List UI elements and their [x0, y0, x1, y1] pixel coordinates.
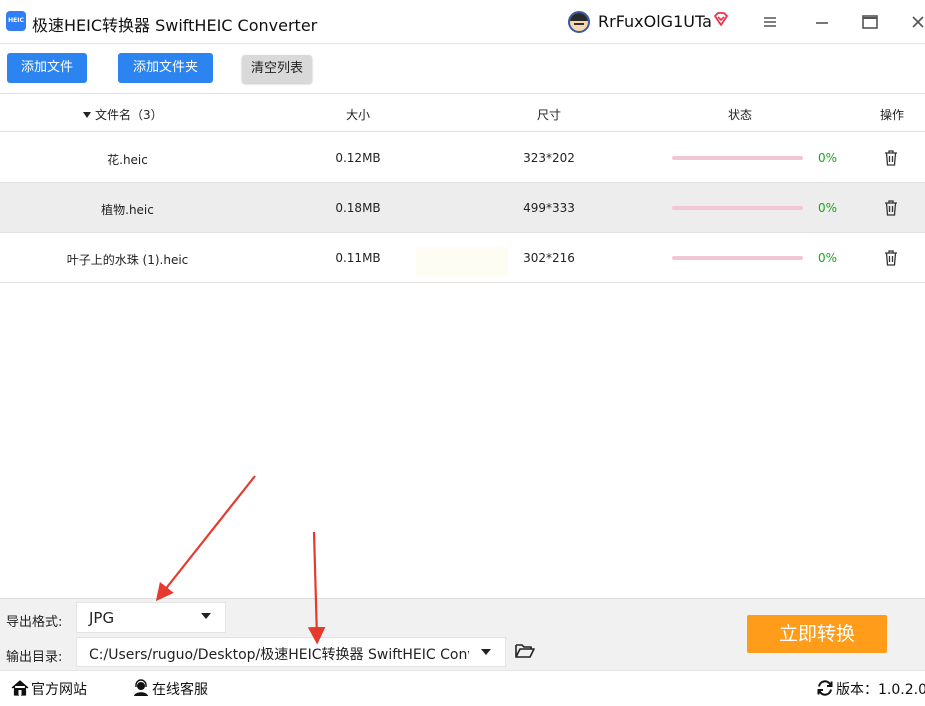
column-header-name-label: 文件名（3） [95, 108, 163, 122]
customer-service-icon [134, 679, 148, 696]
file-dimensions: 499*333 [523, 201, 575, 215]
sort-desc-icon[interactable] [83, 112, 91, 118]
file-name: 植物.heic [101, 203, 154, 217]
trash-icon[interactable] [884, 200, 898, 216]
version-label: 版本：1.0.2.0 [836, 682, 925, 698]
maximize-icon[interactable] [860, 12, 880, 32]
column-header-size: 大小 [346, 108, 371, 122]
app-logo-icon: HEIC [6, 11, 26, 31]
chevron-down-icon[interactable] [481, 649, 491, 655]
toolbar: 添加文件 添加文件夹 清空列表 [0, 44, 925, 94]
settings-panel: 导出格式: JPG 输出目录: C:/Users/ruguo/Desktop/极… [0, 598, 925, 670]
menu-icon[interactable] [760, 12, 780, 32]
file-size: 0.18MB [335, 201, 381, 215]
refresh-icon [817, 680, 833, 696]
add-folder-button[interactable]: 添加文件夹 [118, 53, 213, 83]
output-dir-label: 输出目录: [6, 650, 63, 665]
table-header: 文件名（3） 大小 尺寸 状态 操作 [0, 94, 925, 132]
file-size: 0.12MB [335, 151, 381, 165]
table-row[interactable]: 花.heic 0.12MB 323*202 0% [0, 133, 925, 183]
row-hover-highlight [416, 247, 508, 277]
trash-icon[interactable] [884, 250, 898, 266]
clear-list-button[interactable]: 清空列表 [242, 55, 312, 83]
home-icon [11, 680, 29, 696]
table-row[interactable]: 叶子上的水珠 (1).heic 0.11MB 302*216 0% [0, 233, 925, 283]
online-service-label: 在线客服 [152, 682, 208, 698]
column-header-status: 状态 [728, 108, 753, 122]
vip-diamond-icon[interactable] [712, 10, 730, 28]
progress-percent: 0% [818, 151, 838, 165]
progress-percent: 0% [818, 201, 838, 215]
output-dir-select[interactable]: C:/Users/ruguo/Desktop/极速HEIC转换器 SwiftHE… [76, 637, 506, 667]
online-service-link[interactable]: 在线客服 [132, 679, 208, 699]
file-dimensions: 323*202 [523, 151, 575, 165]
add-file-button[interactable]: 添加文件 [7, 53, 87, 83]
app-title: 极速HEIC转换器 SwiftHEIC Converter [32, 16, 318, 35]
column-header-actions: 操作 [880, 108, 905, 122]
folder-open-icon[interactable] [515, 642, 535, 660]
chevron-down-icon[interactable] [201, 613, 211, 619]
username[interactable]: RrFuxOlG1UTa [598, 12, 712, 31]
progress-bar [672, 156, 803, 160]
progress-bar [672, 206, 803, 210]
column-header-name[interactable]: 文件名（3） [83, 106, 163, 123]
user-avatar[interactable] [568, 11, 590, 33]
progress-percent: 0% [818, 251, 838, 265]
file-size: 0.11MB [335, 251, 381, 265]
version-info[interactable]: 版本：1.0.2.0 [816, 679, 925, 699]
official-website-label: 官方网站 [31, 682, 87, 698]
minimize-icon[interactable] [812, 12, 832, 32]
file-name: 花.heic [107, 153, 148, 167]
column-header-dimensions: 尺寸 [537, 108, 562, 122]
file-dimensions: 302*216 [523, 251, 575, 265]
export-format-label: 导出格式: [6, 615, 63, 630]
official-website-link[interactable]: 官方网站 [11, 679, 87, 699]
progress-bar [672, 256, 803, 260]
convert-now-button[interactable]: 立即转换 [747, 615, 887, 653]
title-bar: HEIC 极速HEIC转换器 SwiftHEIC Converter RrFux… [0, 0, 925, 44]
file-name: 叶子上的水珠 (1).heic [66, 253, 189, 267]
trash-icon[interactable] [884, 150, 898, 166]
table-row[interactable]: 植物.heic 0.18MB 499*333 0% [0, 183, 925, 233]
annotation-arrow [155, 475, 256, 602]
close-icon[interactable] [909, 12, 925, 32]
status-bar: 官方网站 在线客服 版本：1.0.2.0 [0, 670, 925, 706]
output-dir-value: C:/Users/ruguo/Desktop/极速HEIC转换器 SwiftHE… [89, 647, 469, 663]
